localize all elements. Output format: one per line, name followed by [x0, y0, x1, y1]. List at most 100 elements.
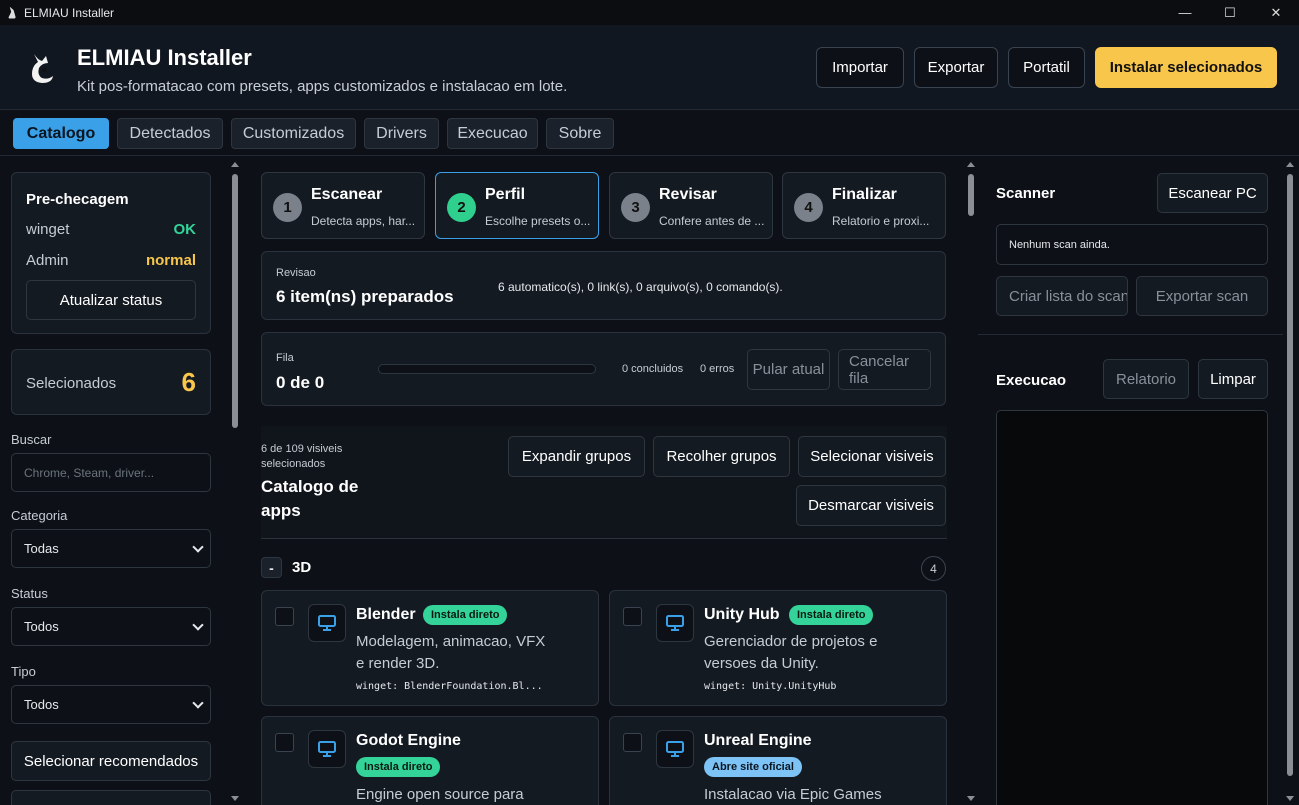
scroll-down-icon[interactable]	[231, 796, 239, 801]
install-type-badge: Instala direto	[423, 605, 508, 625]
step-desc: Escolhe presets o...	[485, 214, 591, 228]
tab-customizados[interactable]: Customizados	[231, 118, 356, 149]
winget-status: OK	[173, 221, 197, 238]
app-name: Godot Engine	[356, 732, 461, 749]
queue-panel: Fila 0 de 0 0 concluidos 0 erros Pular a…	[261, 332, 946, 406]
precheck-card: Pre-checagem winget OK Admin normal Atua…	[11, 172, 211, 334]
export-scan-button[interactable]: Exportar scan	[1136, 276, 1268, 316]
export-button[interactable]: Exportar	[914, 47, 998, 88]
skip-current-button[interactable]: Pular atual	[747, 349, 830, 390]
app-winget-id: winget: Unity.UnityHub	[704, 681, 837, 692]
main-scrollbar[interactable]	[964, 156, 978, 805]
group-count-badge: 4	[921, 556, 946, 581]
app-description: Engine open source para	[356, 786, 524, 803]
app-header: ELMIAU Installer Kit pos-formatacao com …	[0, 25, 1299, 110]
maximize-button[interactable]: ☐	[1207, 0, 1253, 25]
review-value: 6 item(ns) preparados	[276, 287, 454, 306]
tab-detectados[interactable]: Detectados	[117, 118, 223, 149]
app-card-blender[interactable]: Blender Instala direto Modelagem, animac…	[261, 590, 599, 706]
review-detail: 6 automatico(s), 0 link(s), 0 arquivo(s)…	[498, 280, 783, 294]
app-name: Unity Hub	[704, 606, 780, 623]
app-checkbox[interactable]	[623, 733, 642, 752]
selected-label: Selecionados	[26, 375, 117, 392]
type-select[interactable]: Todos	[11, 685, 211, 724]
step-desc: Confere antes de ...	[659, 214, 765, 228]
create-scan-list-button[interactable]: Criar lista do scan	[996, 276, 1128, 316]
expand-groups-button[interactable]: Expandir grupos	[508, 436, 645, 477]
app-name: Blender	[356, 606, 416, 623]
tab-catalogo[interactable]: Catalogo	[13, 118, 109, 149]
category-select[interactable]: Todas	[11, 529, 211, 568]
portable-button[interactable]: Portatil	[1008, 47, 1085, 88]
select-recommended-button[interactable]: Selecionar recomendados	[11, 741, 211, 781]
category-value: Todas	[24, 541, 59, 556]
scroll-down-icon[interactable]	[1286, 796, 1294, 801]
scroll-thumb[interactable]	[1287, 174, 1293, 776]
type-value: Todos	[24, 697, 59, 712]
scroll-up-icon[interactable]	[967, 162, 975, 167]
precheck-title: Pre-checagem	[26, 191, 129, 208]
app-checkbox[interactable]	[275, 733, 294, 752]
step-scan[interactable]: 1 Escanear Detecta apps, har...	[261, 172, 425, 239]
queue-done: 0 concluidos	[622, 363, 684, 375]
sidebar-extra-button[interactable]	[11, 790, 211, 805]
queue-label: Fila	[276, 352, 294, 364]
install-selected-button[interactable]: Instalar selecionados	[1095, 47, 1277, 88]
collapse-groups-button[interactable]: Recolher grupos	[653, 436, 790, 477]
sidebar: Pre-checagem winget OK Admin normal Atua…	[0, 156, 228, 805]
scroll-up-icon[interactable]	[231, 162, 239, 167]
step-number: 2	[447, 193, 476, 222]
divider	[978, 334, 1283, 335]
refresh-status-button[interactable]: Atualizar status	[26, 280, 196, 320]
step-desc: Relatorio e proxi...	[832, 214, 930, 228]
admin-status: normal	[145, 252, 196, 269]
scan-status-box: Nenhum scan ainda.	[996, 224, 1268, 265]
right-panel: Scanner Escanear PC Nenhum scan ainda. C…	[978, 156, 1283, 805]
clear-button[interactable]: Limpar	[1198, 359, 1268, 399]
app-card-unity-hub[interactable]: Unity Hub Instala direto Gerenciador de …	[609, 590, 947, 706]
scroll-down-icon[interactable]	[967, 796, 975, 801]
scanner-title: Scanner	[996, 185, 1056, 202]
minimize-button[interactable]: —	[1162, 0, 1208, 25]
install-type-badge: Abre site oficial	[704, 757, 802, 777]
chevron-down-icon	[192, 697, 204, 709]
step-review[interactable]: 3 Revisar Confere antes de ...	[609, 172, 773, 239]
search-input[interactable]: Chrome, Steam, driver...	[11, 453, 211, 492]
app-checkbox[interactable]	[275, 607, 294, 626]
category-label: Categoria	[11, 508, 68, 523]
step-finalize[interactable]: 4 Finalizar Relatorio e proxi...	[782, 172, 946, 239]
import-button[interactable]: Importar	[816, 47, 904, 88]
right-scrollbar[interactable]	[1283, 156, 1297, 805]
desktop-app-icon	[656, 730, 694, 768]
sidebar-scrollbar[interactable]	[228, 156, 242, 805]
scroll-thumb[interactable]	[232, 174, 238, 428]
cancel-queue-button[interactable]: Cancelar fila	[838, 349, 931, 390]
chevron-down-icon	[192, 619, 204, 631]
status-label: Status	[11, 586, 48, 601]
step-profile[interactable]: 2 Perfil Escolhe presets o...	[435, 172, 599, 239]
tab-bar: Catalogo Detectados Customizados Drivers…	[0, 110, 1299, 156]
group-collapse-toggle[interactable]: -	[261, 557, 282, 578]
scroll-thumb[interactable]	[968, 174, 974, 216]
app-checkbox[interactable]	[623, 607, 642, 626]
execution-title: Execucao	[996, 372, 1067, 389]
catalog-header: 6 de 109 visiveis selecionados Catalogo …	[261, 426, 947, 539]
tab-sobre[interactable]: Sobre	[546, 118, 614, 149]
tab-execucao[interactable]: Execucao	[447, 118, 538, 149]
app-card-godot-engine[interactable]: Godot Engine Instala direto Engine open …	[261, 716, 599, 805]
app-card-unreal-engine[interactable]: Unreal Engine Abre site oficial Instalac…	[609, 716, 947, 805]
cat-logo-icon	[32, 54, 53, 83]
scan-pc-button[interactable]: Escanear PC	[1157, 173, 1268, 213]
scroll-up-icon[interactable]	[1286, 162, 1294, 167]
step-title: Escanear	[311, 186, 383, 203]
report-button[interactable]: Relatorio	[1103, 359, 1189, 399]
review-panel: Revisao 6 item(ns) preparados 6 automati…	[261, 251, 946, 320]
deselect-visible-button[interactable]: Desmarcar visiveis	[796, 485, 946, 526]
tab-drivers[interactable]: Drivers	[364, 118, 439, 149]
step-title: Finalizar	[832, 186, 897, 203]
status-select[interactable]: Todos	[11, 607, 211, 646]
close-button[interactable]: ✕	[1253, 0, 1299, 25]
app-name: Unreal Engine	[704, 732, 812, 749]
step-title: Perfil	[485, 186, 526, 203]
select-visible-button[interactable]: Selecionar visiveis	[798, 436, 946, 477]
